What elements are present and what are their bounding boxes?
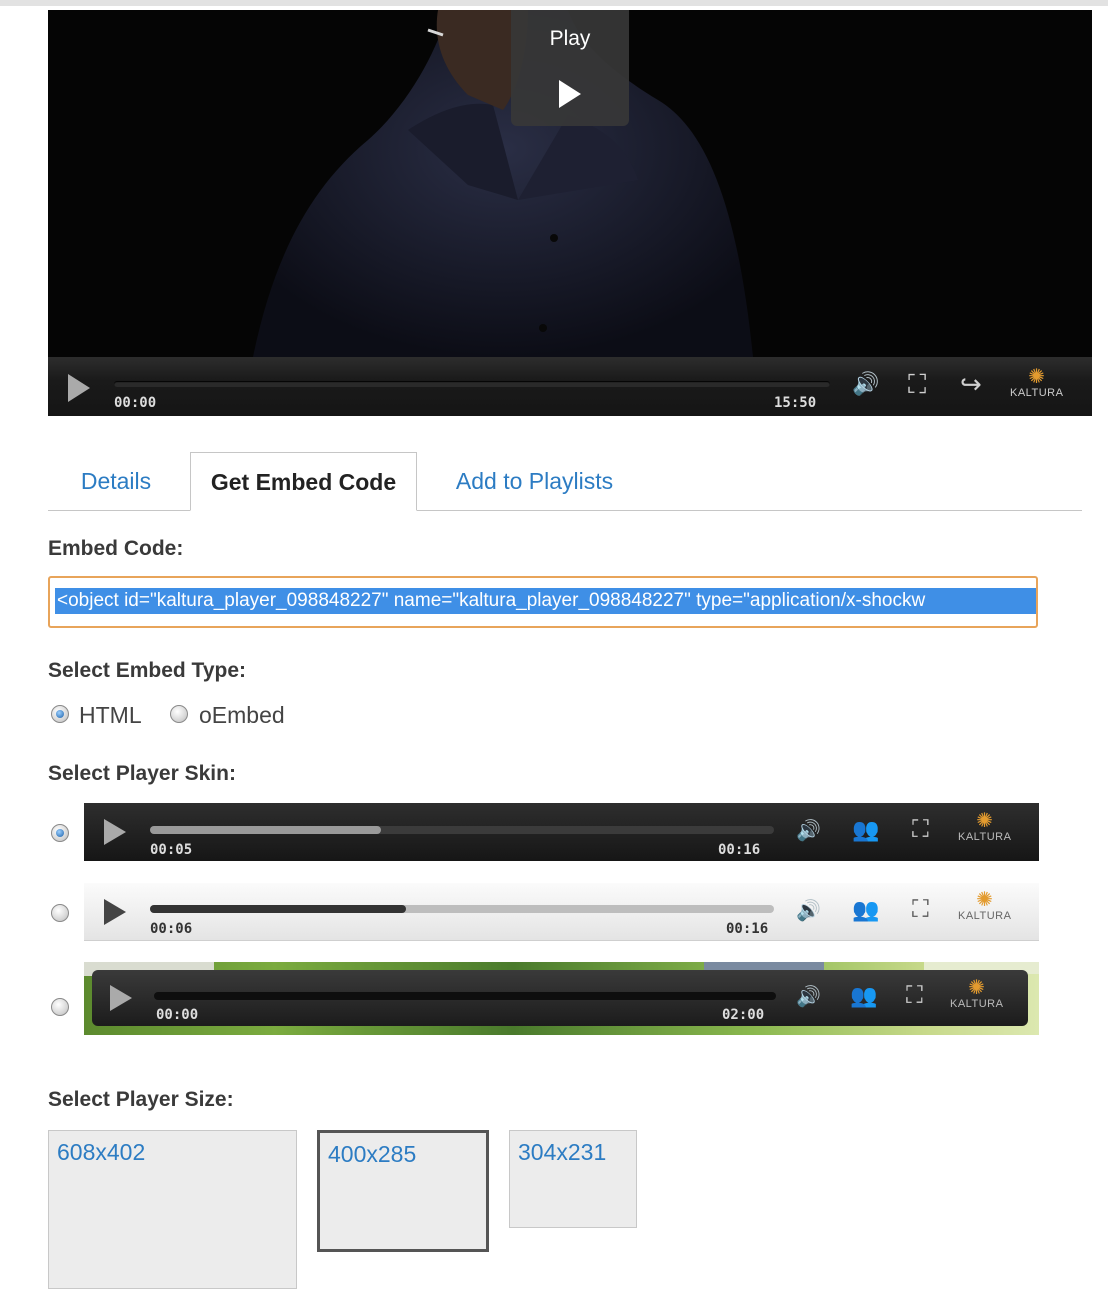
skin-overlay-radio[interactable] [51, 998, 69, 1016]
skin-current-time: 00:00 [156, 1007, 199, 1023]
scrubber-track[interactable] [114, 381, 830, 387]
skin-duration-time: 02:00 [722, 1007, 765, 1023]
embed-type-label: Select Embed Type: [48, 659, 247, 682]
skin-current-time: 00:06 [150, 921, 193, 937]
skin-duration-time: 00:16 [718, 842, 761, 858]
fullscreen-icon: ⛶ [912, 896, 929, 923]
skin-dark-radio[interactable] [51, 824, 69, 842]
skin-option-overlay[interactable]: 00:00 02:00 🔊 👥 ⛶ ✺ KALTURA [92, 970, 1028, 1026]
tab-get-embed-code[interactable]: Get Embed Code [190, 452, 417, 511]
tab-add-to-playlists[interactable]: Add to Playlists [432, 452, 637, 510]
skin-progress-track [150, 826, 774, 834]
size-option-400x285[interactable]: 400x285 [317, 1130, 489, 1252]
video-frame[interactable]: Play [48, 10, 1092, 357]
embed-type-oembed-radio[interactable] [170, 705, 188, 723]
kaltura-star-icon: ✺ [976, 810, 994, 832]
play-overlay-button[interactable]: Play [511, 10, 629, 126]
play-icon [104, 899, 126, 925]
volume-icon[interactable]: 🔊 [852, 373, 879, 395]
play-icon [104, 819, 126, 845]
current-time: 00:00 [114, 395, 157, 411]
player-controlbar: 00:00 15:50 🔊 ⛶ ↪ ✺ KALTURA [48, 357, 1092, 416]
embed-code-field[interactable]: <object id="kaltura_player_098848227" na… [48, 576, 1038, 628]
embed-type-html-label[interactable]: HTML [79, 702, 142, 729]
top-border [0, 0, 1108, 6]
skin-progress-fill [150, 826, 381, 834]
kaltura-brand-label: KALTURA [958, 831, 1012, 843]
share-people-icon: 👥 [852, 897, 880, 922]
share-people-icon: 👥 [852, 817, 880, 842]
share-icon[interactable]: ↪ [960, 371, 982, 397]
duration-time: 15:50 [774, 395, 817, 411]
skin-option-light[interactable]: 00:06 00:16 🔊 👥 ⛶ ✺ KALTURA [84, 883, 1039, 941]
kaltura-brand-label: KALTURA [1010, 387, 1064, 399]
embed-type-oembed-label[interactable]: oEmbed [199, 702, 285, 729]
kaltura-star-icon: ✺ [976, 889, 994, 911]
kaltura-star-icon: ✺ [1028, 366, 1046, 388]
skin-progress-track [154, 992, 776, 1000]
size-option-label: 304x231 [518, 1139, 607, 1165]
player-skin-label: Select Player Skin: [48, 762, 236, 785]
embed-code-label: Embed Code: [48, 537, 184, 560]
fullscreen-icon: ⛶ [912, 816, 929, 843]
kaltura-brand-label: KALTURA [958, 910, 1012, 922]
embed-type-html-radio[interactable] [51, 705, 69, 723]
skin-progress-fill [150, 905, 406, 913]
volume-icon: 🔊 [796, 820, 821, 842]
tab-bar: Details Get Embed Code Add to Playlists [48, 452, 1082, 511]
size-option-304x231[interactable]: 304x231 [509, 1130, 637, 1228]
skin-duration-time: 00:16 [726, 921, 769, 937]
kaltura-star-icon: ✺ [968, 977, 986, 999]
volume-icon: 🔊 [796, 986, 821, 1008]
kaltura-logo[interactable]: ✺ KALTURA [1010, 367, 1063, 399]
size-option-label: 400x285 [328, 1141, 417, 1167]
kaltura-logo: ✺ KALTURA [950, 978, 1003, 1010]
video-player[interactable]: Play 00:00 15:50 🔊 ⛶ ↪ ✺ KALTURA [48, 10, 1092, 416]
kaltura-brand-label: KALTURA [950, 998, 1004, 1010]
play-icon [110, 985, 132, 1011]
skin-light-radio[interactable] [51, 904, 69, 922]
tab-details[interactable]: Details [56, 452, 176, 510]
skin-current-time: 00:05 [150, 842, 193, 858]
player-size-label: Select Player Size: [48, 1088, 234, 1111]
fullscreen-icon[interactable]: ⛶ [908, 371, 926, 397]
kaltura-logo: ✺ KALTURA [958, 811, 1011, 843]
play-overlay-label: Play [549, 27, 591, 50]
skin-option-dark[interactable]: 00:05 00:16 🔊 👥 ⛶ ✺ KALTURA [84, 803, 1039, 861]
volume-icon: 🔊 [796, 900, 821, 922]
share-people-icon: 👥 [850, 983, 878, 1008]
play-icon [559, 80, 581, 108]
size-option-608x402[interactable]: 608x402 [48, 1130, 297, 1289]
fullscreen-icon: ⛶ [906, 982, 923, 1009]
embed-code-value: <object id="kaltura_player_098848227" na… [55, 588, 1036, 614]
play-icon[interactable] [68, 374, 90, 402]
skin-progress-track [150, 905, 774, 913]
size-option-label: 608x402 [57, 1139, 146, 1165]
kaltura-logo: ✺ KALTURA [958, 890, 1011, 922]
